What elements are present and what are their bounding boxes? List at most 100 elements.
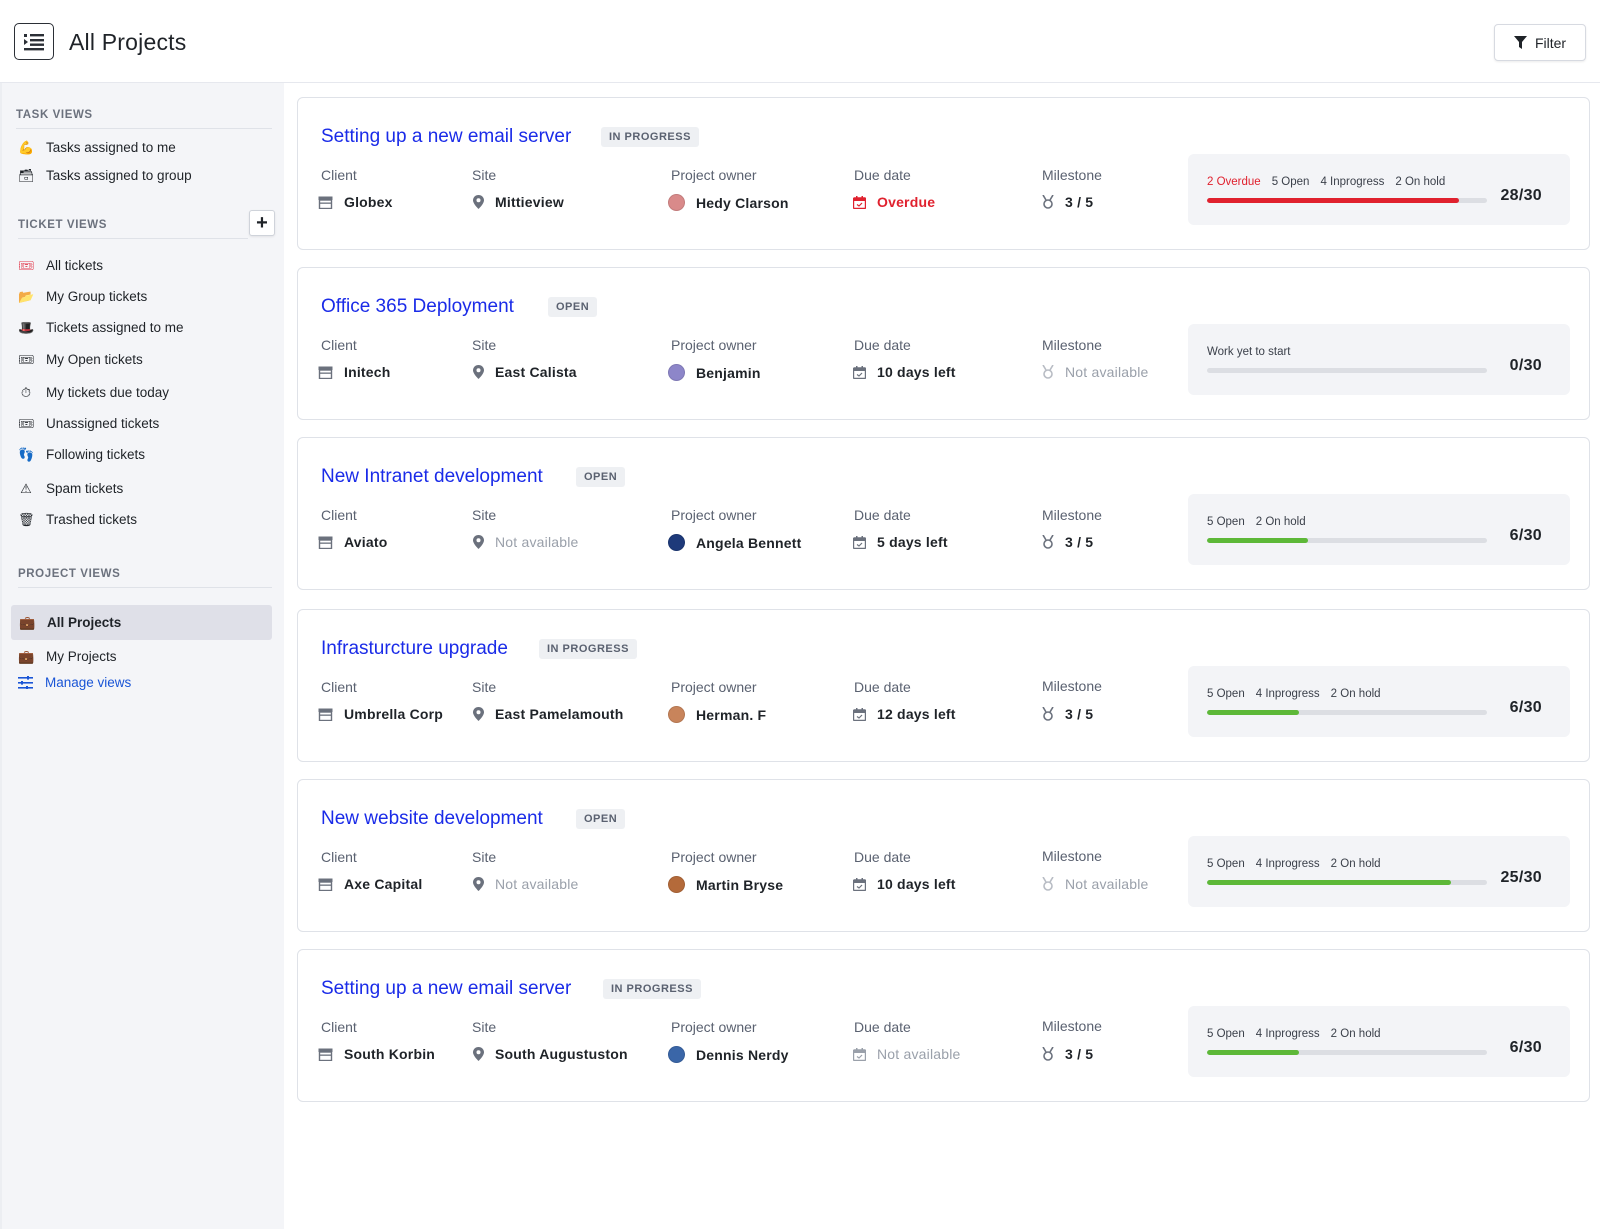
progress-note: Work yet to start <box>1207 346 1291 358</box>
progress-bar-fill <box>1207 538 1308 543</box>
ticket-icon: 🎟 <box>18 257 35 273</box>
owner-label: Project owner <box>671 679 757 695</box>
project-views-heading: PROJECT VIEWS <box>18 568 272 588</box>
open-count: 5 Open <box>1207 1028 1245 1040</box>
sidebar-item-trashed-tickets[interactable]: 🗑 Trashed tickets <box>18 508 137 530</box>
client-value: Globex <box>318 194 393 210</box>
add-ticket-view-button[interactable]: + <box>249 210 275 236</box>
project-card[interactable]: New website development OPEN Client Site Pro… <box>297 779 1590 932</box>
owner-value[interactable]: Benjamin <box>668 364 761 381</box>
avatar <box>668 194 685 211</box>
sidebar-item-all-tickets[interactable]: 🎟 All tickets <box>18 254 103 276</box>
project-title-link[interactable]: Setting up a new email server <box>321 126 571 148</box>
sidebar-item-my-projects[interactable]: 💼 My Projects <box>18 645 117 667</box>
due-date-value: Not available <box>853 1046 961 1062</box>
client-label: Client <box>321 679 357 695</box>
client-name: Umbrella Corp <box>344 706 444 722</box>
milestone-value: Not available <box>1042 876 1149 892</box>
site-value: East Pamelamouth <box>473 706 623 722</box>
sidebar-item-label: My Projects <box>46 648 117 664</box>
sidebar-item-unassigned-tickets[interactable]: 🎟 Unassigned tickets <box>18 412 159 434</box>
site-label: Site <box>472 679 497 695</box>
inprogress-count: 4 Inprogress <box>1255 858 1320 870</box>
sidebar-item-my-tickets-due-today[interactable]: ⏱ My tickets due today <box>18 381 169 403</box>
top-hat-icon: 🎩 <box>18 319 35 335</box>
calendar-icon <box>853 877 866 891</box>
milestone-medal-icon <box>1042 535 1054 549</box>
folder-icon: 📂 <box>18 288 35 304</box>
due-date-text: Not available <box>877 1046 961 1062</box>
manage-views-link[interactable]: Manage views <box>18 675 131 690</box>
milestone-label: Milestone <box>1042 848 1102 864</box>
open-count: 5 Open <box>1207 516 1245 528</box>
status-badge: OPEN <box>576 809 626 829</box>
avatar <box>668 876 685 893</box>
milestone-label: Milestone <box>1042 507 1102 523</box>
sidebar-item-tasks-assigned-to-me[interactable]: 💪 Tasks assigned to me <box>18 136 176 158</box>
project-card[interactable]: Setting up a new email server IN PROGRESS… <box>297 949 1590 1102</box>
project-title-link[interactable]: Setting up a new email server <box>321 978 571 1000</box>
sidebar-item-label: Tasks assigned to group <box>46 167 192 183</box>
due-date-value: 10 days left <box>853 364 956 380</box>
due-date-text: 10 days left <box>877 876 956 892</box>
project-card[interactable]: Office 365 Deployment OPEN Client Site Proje… <box>297 267 1590 420</box>
project-title-link[interactable]: New Intranet development <box>321 466 543 488</box>
store-icon <box>318 878 333 891</box>
site-label: Site <box>472 1019 497 1035</box>
sidebar-item-spam-tickets[interactable]: ⚠ Spam tickets <box>18 477 123 499</box>
site-name: Not available <box>495 876 579 892</box>
avatar <box>668 364 685 381</box>
sidebar-item-tickets-assigned-to-me[interactable]: 🎩 Tickets assigned to me <box>18 316 184 338</box>
owner-name: Martin Bryse <box>696 876 784 893</box>
sidebar-item-following-tickets[interactable]: 👣 Following tickets <box>18 443 145 465</box>
project-title-link[interactable]: Infrasturcture upgrade <box>321 638 508 660</box>
milestone-text: 3 / 5 <box>1065 1046 1094 1062</box>
project-title-link[interactable]: New website development <box>321 808 543 830</box>
owner-label: Project owner <box>671 849 757 865</box>
owner-value[interactable]: Hedy Clarson <box>668 194 789 211</box>
project-title-link[interactable]: Office 365 Deployment <box>321 296 514 318</box>
client-label: Client <box>321 1019 357 1035</box>
ticket-count: 0/30 <box>1509 357 1542 374</box>
store-icon <box>318 536 333 549</box>
sidebar-item-label: My Open tickets <box>46 351 143 367</box>
owner-name: Benjamin <box>696 364 761 381</box>
store-icon <box>318 366 333 379</box>
avatar <box>668 706 685 723</box>
owner-value[interactable]: Angela Bennett <box>668 534 801 551</box>
client-name: South Korbin <box>344 1046 436 1062</box>
due-date-value: 5 days left <box>853 534 948 550</box>
trash-icon: 🗑 <box>18 511 35 527</box>
project-card[interactable]: New Intranet development OPEN Client Site Pr… <box>297 437 1590 590</box>
sidebar-item-my-open-tickets[interactable]: 🎟 My Open tickets <box>18 348 143 370</box>
owner-name: Angela Bennett <box>696 534 802 551</box>
ticket-stats: 5 Open 4 Inprogress 2 On hold <box>1207 858 1381 870</box>
owner-value[interactable]: Dennis Nerdy <box>668 1046 789 1063</box>
site-value: Mittieview <box>473 194 564 210</box>
avatar <box>668 534 685 551</box>
task-views-heading: TASK VIEWS <box>16 109 272 129</box>
ticket-icon: 🎟 <box>18 351 35 367</box>
owner-value[interactable]: Martin Bryse <box>668 876 783 893</box>
sidebar-toggle-button[interactable] <box>14 23 54 60</box>
client-label: Client <box>321 337 357 353</box>
milestone-label: Milestone <box>1042 678 1102 694</box>
owner-value[interactable]: Herman. F <box>668 706 766 723</box>
sidebar-item-my-group-tickets[interactable]: 📂 My Group tickets <box>18 285 147 307</box>
page-title: All Projects <box>69 29 187 55</box>
owner-name: Herman. F <box>696 706 767 723</box>
progress-bar-fill <box>1207 880 1451 885</box>
milestone-text: Not available <box>1065 364 1149 380</box>
project-card[interactable]: Setting up a new email server IN PROGRESS… <box>297 97 1590 250</box>
ticket-stats: Work yet to start <box>1207 346 1291 358</box>
manage-views-label: Manage views <box>45 675 132 690</box>
sidebar-item-label: Tasks assigned to me <box>46 139 176 155</box>
project-card[interactable]: Infrasturcture upgrade IN PROGRESS Client S… <box>297 609 1590 762</box>
top-bar: All Projects Filter <box>0 0 1600 83</box>
filter-button[interactable]: Filter <box>1494 24 1586 61</box>
sidebar-item-all-projects[interactable]: 💼 All Projects <box>11 605 272 640</box>
sidebar-item-tasks-assigned-to-group[interactable]: 🗃 Tasks assigned to group <box>18 164 192 186</box>
milestone-medal-icon <box>1042 877 1054 891</box>
milestone-value: 3 / 5 <box>1042 1046 1093 1062</box>
due-date-label: Due date <box>854 507 911 523</box>
